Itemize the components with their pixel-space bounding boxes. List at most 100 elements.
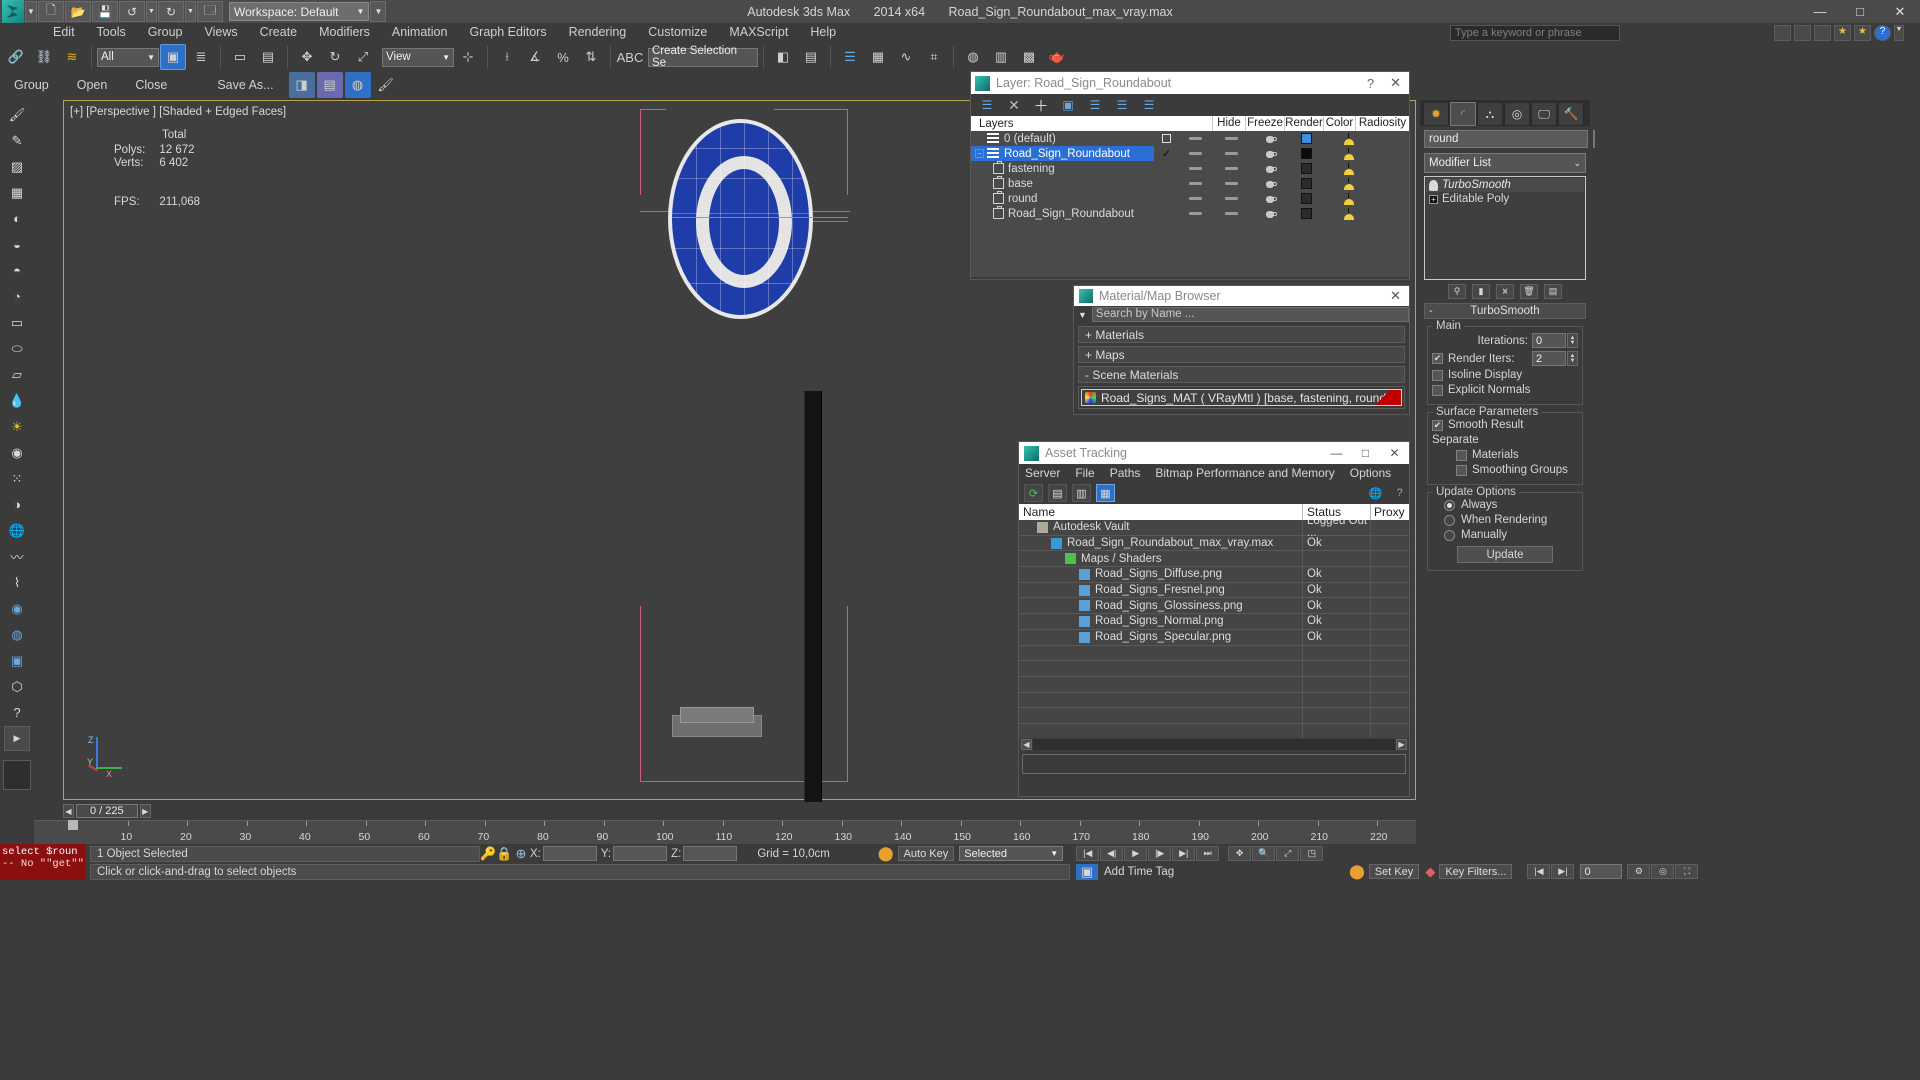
time-ruler[interactable]: 10 20 30 40 50 60 70 80 90 100 110 120 130 140 150 160 1…	[34, 820, 1416, 844]
menu-item-maxscript[interactable]: MAXScript	[718, 23, 799, 42]
tab-hierarchy[interactable]: ⛬	[1477, 102, 1503, 126]
vray-light-icon[interactable]: ◍	[4, 622, 30, 647]
auto-key-toggle-icon[interactable]: ⬤	[878, 845, 894, 862]
layer-row[interactable]: round	[971, 191, 1409, 206]
curve-editor-icon[interactable]: ∿	[893, 44, 919, 70]
minimize-button[interactable]: —	[1800, 0, 1840, 23]
paint-deform-icon[interactable]: ✎	[4, 128, 30, 153]
time-slider-handle[interactable]	[68, 820, 78, 830]
asset-horizontal-scrollbar[interactable]: ◀ ▶	[1019, 738, 1409, 751]
render-setup-icon-2[interactable]: ▥	[988, 44, 1014, 70]
layer-row[interactable]: base	[971, 176, 1409, 191]
water-icon[interactable]: 💧	[4, 388, 30, 413]
lock-selection-icon[interactable]: 🔒	[496, 846, 512, 862]
key-mode-toggle-icon[interactable]: ⏭	[1196, 846, 1220, 861]
add-time-tag-label[interactable]: Add Time Tag	[1104, 866, 1174, 878]
select-and-rotate-icon[interactable]: ↻	[322, 44, 348, 70]
asset-row[interactable]: Road_Sign_Roundabout_max_vray.max Ok	[1019, 535, 1409, 552]
layer-freeze-cell[interactable]	[1212, 131, 1251, 146]
align-icon[interactable]: ▤	[798, 44, 824, 70]
close-button-toolbar[interactable]: Close	[121, 75, 181, 95]
menu-item-file[interactable]: File	[1075, 466, 1094, 480]
menu-item-edit[interactable]: Edit	[42, 23, 86, 42]
maximize-button[interactable]: □	[1351, 446, 1380, 460]
turbosmooth-rollup[interactable]: - TurboSmooth Main Iterations: 0 ▲ ▼ ✔ Re…	[1424, 303, 1586, 571]
light-icon[interactable]: ☀	[4, 414, 30, 439]
layer-active-cell[interactable]	[1154, 191, 1179, 206]
rendered-frame-window-icon[interactable]: ▩	[1016, 44, 1042, 70]
menu-item-help[interactable]: Help	[799, 23, 847, 42]
highlight-selected-icon[interactable]: ☰	[1114, 98, 1130, 113]
rollup-header[interactable]: - TurboSmooth	[1424, 303, 1586, 319]
configure-modifier-sets-icon[interactable]: ▤	[1544, 284, 1562, 299]
layer-hide-cell[interactable]	[1179, 131, 1212, 146]
coord-input-y[interactable]	[613, 846, 668, 861]
mirror-icon[interactable]: ◧	[770, 44, 796, 70]
deform-icon[interactable]: ◑	[4, 492, 30, 517]
layer-color-cell[interactable]	[1290, 131, 1322, 146]
group-button[interactable]: Group	[0, 75, 63, 95]
delete-layer-icon[interactable]: ✕	[1006, 97, 1022, 113]
menu-item-modifiers[interactable]: Modifiers	[308, 23, 381, 42]
scene-material-item[interactable]: Road_Signs_MAT ( VRayMtl ) [base, fasten…	[1081, 389, 1402, 406]
menu-item-options[interactable]: Options	[1350, 466, 1391, 480]
key-filters-icon[interactable]: ◆	[1425, 864, 1435, 880]
use-pivot-point-center-icon[interactable]: ⊹	[455, 44, 481, 70]
rollup-collapse-icon[interactable]: -	[1429, 305, 1433, 317]
remove-modifier-icon[interactable]: 🗑	[1520, 284, 1538, 299]
schematic-view-icon[interactable]: ⌗	[921, 44, 947, 70]
star-icon-2[interactable]: ★	[1854, 25, 1871, 41]
object-name-input[interactable]	[1424, 130, 1588, 148]
asset-row[interactable]: Maps / Shaders	[1019, 551, 1409, 568]
layer-hide-cell[interactable]	[1179, 191, 1212, 206]
layer-active-cell[interactable]	[1154, 176, 1179, 191]
render-setup-icon[interactable]	[1774, 25, 1791, 41]
layer-row[interactable]: 0 (default)	[971, 131, 1409, 146]
light-bulb-icon[interactable]	[1429, 179, 1438, 191]
explicit-normals-checkbox[interactable]	[1432, 384, 1443, 396]
plane-primitive-icon[interactable]: ▱	[4, 362, 30, 387]
help-tool-icon[interactable]: ?	[4, 700, 30, 725]
select-highlighted-icon[interactable]: ☰	[1087, 98, 1103, 113]
asset-row[interactable]	[1019, 692, 1409, 709]
orbit-icon[interactable]: ◎	[1651, 864, 1675, 879]
separate-materials-row[interactable]: Materials	[1432, 449, 1578, 461]
material-editor-icon-2[interactable]: ◍	[344, 72, 371, 98]
timeline-prev-icon[interactable]: ◀	[63, 804, 74, 818]
next-key-icon[interactable]: ▶|	[1551, 864, 1575, 879]
globe-icon[interactable]: 🌐	[4, 518, 30, 543]
layer-render-cell[interactable]	[1251, 191, 1290, 206]
expand-toolbar-icon[interactable]: ▶	[4, 726, 30, 751]
tree-view-icon[interactable]: ▥	[1072, 484, 1091, 502]
help-dropdown-icon[interactable]: ▼	[1894, 25, 1904, 41]
time-configuration-icon[interactable]: ⚙	[1627, 864, 1651, 879]
expand-icon[interactable]: +	[1429, 194, 1438, 204]
vray-icon[interactable]: ◉	[4, 596, 30, 621]
asset-row[interactable]	[1019, 708, 1409, 724]
layer-freeze-cell[interactable]	[1212, 191, 1251, 206]
modifier-stack-item-turbosmooth[interactable]: TurboSmooth	[1426, 178, 1584, 192]
material-editor-icon[interactable]: ◍	[960, 44, 986, 70]
layer-render-cell[interactable]	[1251, 206, 1290, 221]
material-map-browser[interactable]: Material/Map Browser ✕ ▼ Search by Name …	[1073, 285, 1410, 415]
tab-utilities[interactable]: 🔨	[1558, 102, 1584, 126]
pin-stack-icon[interactable]: ⚲	[1448, 284, 1466, 299]
layer-active-cell[interactable]	[1154, 131, 1179, 146]
menu-item-bitmap-performance[interactable]: Bitmap Performance and Memory	[1155, 466, 1334, 480]
modifier-list-dropdown[interactable]: Modifier List ⌄	[1424, 153, 1586, 173]
group-scene-materials[interactable]: - Scene Materials	[1078, 366, 1405, 383]
ribbon-toggle-icon[interactable]: ▦	[865, 44, 891, 70]
maximize-button[interactable]: □	[1840, 0, 1880, 23]
render-production-icon[interactable]	[1814, 25, 1831, 41]
menu-item-server[interactable]: Server	[1025, 466, 1060, 480]
update-always-radio[interactable]	[1444, 499, 1455, 511]
update-when-rendering-radio[interactable]	[1444, 514, 1455, 526]
layer-freeze-cell[interactable]	[1212, 176, 1251, 191]
render-production-icon-2[interactable]: 🫖	[1044, 44, 1070, 70]
layer-render-cell[interactable]	[1251, 161, 1290, 176]
layer-freeze-cell[interactable]	[1212, 206, 1251, 221]
object-color-swatch[interactable]	[1593, 130, 1595, 148]
layer-radiosity-cell[interactable]	[1322, 191, 1375, 206]
help-web-icon[interactable]: 🌐	[1366, 484, 1385, 502]
go-to-start-icon[interactable]: |◀	[1076, 846, 1100, 861]
